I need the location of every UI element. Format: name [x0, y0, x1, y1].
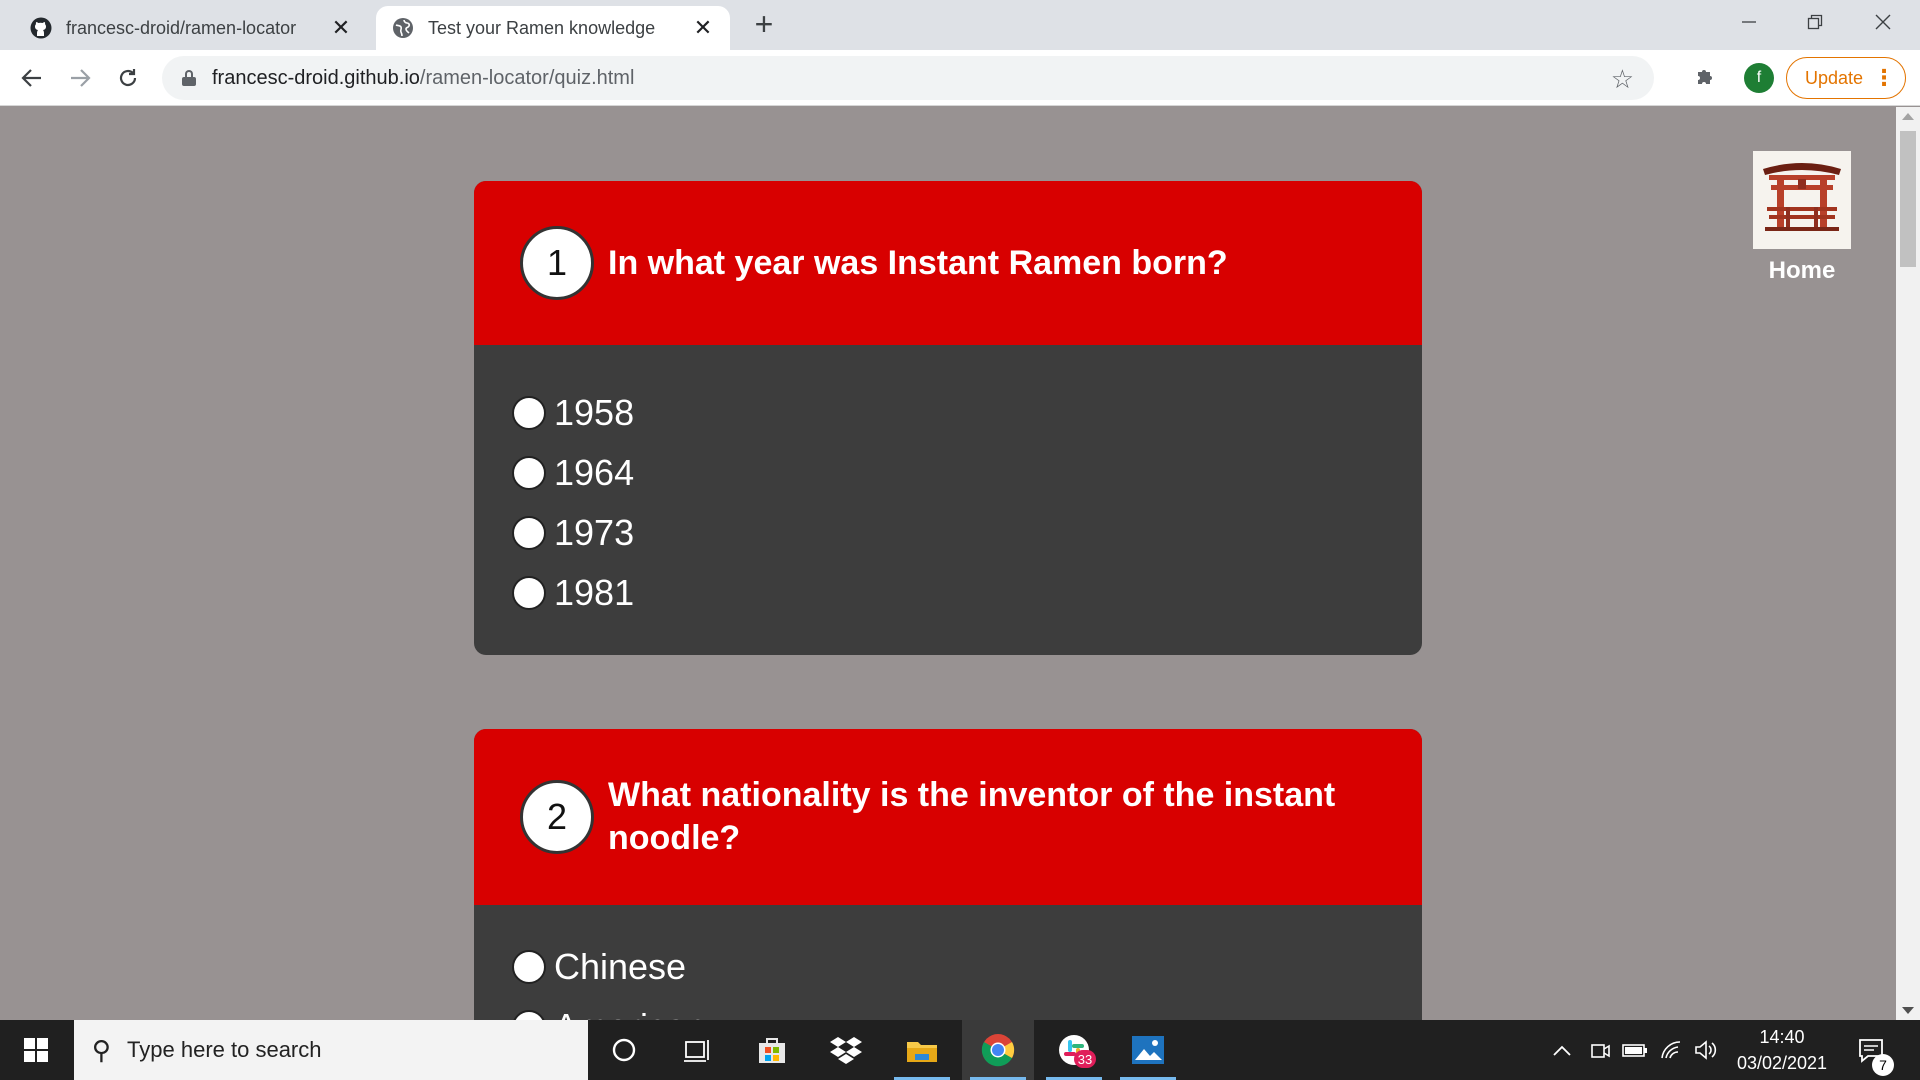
- update-button[interactable]: Update ⋮: [1786, 57, 1906, 99]
- answer-label: 1964: [554, 452, 635, 493]
- radio-button[interactable]: [512, 396, 546, 430]
- back-arrow-icon[interactable]: [12, 58, 52, 98]
- task-view-icon[interactable]: [660, 1020, 732, 1080]
- answer-label: Chinese: [554, 946, 687, 987]
- new-tab-button[interactable]: +: [748, 6, 780, 42]
- dropbox-icon[interactable]: [810, 1020, 882, 1080]
- answer-label: 1981: [554, 572, 635, 613]
- question-card-2: 2 What nationality is the inventor of th…: [474, 729, 1422, 1020]
- volume-icon[interactable]: [1694, 1020, 1718, 1080]
- search-placeholder: Type here to search: [127, 1037, 322, 1062]
- battery-icon[interactable]: [1622, 1020, 1648, 1080]
- system-clock[interactable]: 14:40 03/02/2021: [1728, 1024, 1836, 1076]
- answer-option[interactable]: 1973: [512, 503, 1422, 563]
- radio-button[interactable]: [512, 950, 546, 984]
- taskbar-search-input[interactable]: ⚲ Type here to search: [74, 1020, 588, 1080]
- question-header: 2 What nationality is the inventor of th…: [474, 729, 1422, 905]
- answer-option[interactable]: American: [512, 997, 1422, 1020]
- page-viewport: Home 1 In what year was Instant Ramen bo…: [0, 107, 1896, 1020]
- close-window-icon[interactable]: [1850, 0, 1916, 44]
- url-text: francesc-droid.github.io/ramen-locator/q…: [212, 66, 635, 89]
- reload-icon[interactable]: [108, 58, 148, 98]
- question-header: 1 In what year was Instant Ramen born?: [474, 181, 1422, 345]
- update-label: Update: [1805, 67, 1864, 88]
- answer-option[interactable]: 1981: [512, 563, 1422, 623]
- page-scrollbar[interactable]: [1896, 107, 1920, 1020]
- tab-title: francesc-droid/ramen-locator: [66, 17, 297, 38]
- windows-taskbar: ⚲ Type here to search 33 14:40 03/02/202…: [0, 1020, 1920, 1080]
- restore-icon[interactable]: [1782, 0, 1848, 44]
- answer-option[interactable]: 1958: [512, 383, 1422, 443]
- radio-button[interactable]: [512, 576, 546, 610]
- torii-gate-icon: [1753, 151, 1851, 249]
- answer-options: Chinese American: [474, 905, 1422, 1020]
- browser-toolbar: francesc-droid.github.io/ramen-locator/q…: [0, 50, 1920, 106]
- radio-button[interactable]: [512, 516, 546, 550]
- file-explorer-icon[interactable]: [886, 1020, 958, 1080]
- slack-badge: 33: [1074, 1050, 1096, 1068]
- tab-strip: francesc-droid/ramen-locator ✕ Test your…: [0, 0, 1920, 50]
- answer-option[interactable]: Chinese: [512, 937, 1422, 997]
- clock-time: 14:40: [1759, 1027, 1805, 1047]
- windows-start-icon[interactable]: [0, 1020, 72, 1080]
- scroll-up-arrow-icon[interactable]: [1902, 113, 1914, 120]
- close-icon[interactable]: ✕: [688, 13, 718, 43]
- question-number: 2: [520, 780, 594, 854]
- answer-option[interactable]: 1964: [512, 443, 1422, 503]
- notifications-icon[interactable]: 7: [1856, 1020, 1894, 1080]
- address-bar[interactable]: francesc-droid.github.io/ramen-locator/q…: [162, 56, 1654, 100]
- answer-label: 1958: [554, 392, 635, 433]
- show-hidden-icons-chevron-icon[interactable]: [1552, 1020, 1572, 1080]
- slack-icon[interactable]: 33: [1038, 1020, 1110, 1080]
- bookmark-star-icon[interactable]: ☆: [1611, 64, 1634, 95]
- wifi-icon[interactable]: [1660, 1020, 1682, 1080]
- scroll-down-arrow-icon[interactable]: [1902, 1007, 1914, 1014]
- answer-options: 1958 1964 1973 1981: [474, 345, 1422, 623]
- tab-title: Test your Ramen knowledge: [428, 17, 656, 38]
- forward-arrow-icon[interactable]: [60, 58, 100, 98]
- chrome-icon[interactable]: [962, 1020, 1034, 1080]
- home-link[interactable]: Home: [1752, 151, 1852, 285]
- menu-dots-icon[interactable]: ⋮: [1873, 64, 1895, 92]
- home-label: Home: [1768, 257, 1836, 284]
- answer-label: American: [554, 1006, 706, 1020]
- search-icon: ⚲: [92, 1034, 112, 1065]
- profile-avatar[interactable]: f: [1744, 63, 1774, 93]
- globe-icon: [392, 17, 414, 39]
- photos-icon[interactable]: [1112, 1020, 1184, 1080]
- minimize-icon[interactable]: [1716, 0, 1782, 44]
- question-text: In what year was Instant Ramen born?: [608, 243, 1228, 282]
- microsoft-store-icon[interactable]: [736, 1020, 808, 1080]
- extensions-puzzle-icon[interactable]: [1694, 64, 1718, 95]
- lock-icon: [182, 70, 196, 86]
- scrollbar-thumb[interactable]: [1900, 131, 1916, 267]
- meet-now-icon[interactable]: [1590, 1020, 1610, 1080]
- tab-quiz[interactable]: Test your Ramen knowledge ✕: [376, 6, 730, 50]
- clock-date: 03/02/2021: [1736, 1053, 1828, 1073]
- radio-button[interactable]: [512, 1010, 546, 1020]
- tab-github[interactable]: francesc-droid/ramen-locator ✕: [14, 6, 368, 50]
- github-icon: [30, 17, 52, 39]
- radio-button[interactable]: [512, 456, 546, 490]
- question-number: 1: [520, 226, 594, 300]
- close-icon[interactable]: ✕: [326, 13, 356, 43]
- question-card-1: 1 In what year was Instant Ramen born? 1…: [474, 181, 1422, 655]
- answer-label: 1973: [554, 512, 635, 553]
- cortana-icon[interactable]: [588, 1020, 660, 1080]
- notification-count: 7: [1872, 1054, 1894, 1076]
- question-text: What nationality is the inventor of the …: [608, 776, 1336, 857]
